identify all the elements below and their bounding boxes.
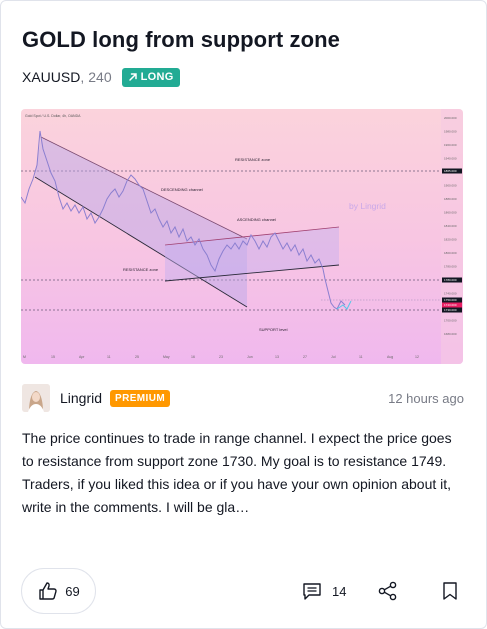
symbol-link[interactable]: XAUUSD <box>22 69 80 85</box>
label-resistance-mid: RESISTANCE zone <box>123 267 159 272</box>
published-time: 12 hours ago <box>388 390 464 406</box>
x-tick-label: Aug <box>387 355 393 359</box>
y-tick-label: 1980.000 <box>444 130 457 134</box>
comment-icon <box>303 583 321 600</box>
y-tick-label: 1740.000 <box>444 292 457 296</box>
x-tick-label: 15 <box>51 355 55 359</box>
idea-description[interactable]: The price continues to trade in range ch… <box>22 427 464 519</box>
price-tag-label: 1865.000 <box>444 169 457 173</box>
x-tick-label: 11 <box>359 355 363 359</box>
premium-badge: PREMIUM <box>110 389 171 407</box>
x-tick-label: Apr <box>79 355 85 359</box>
y-tick-label: 1840.000 <box>444 224 457 228</box>
x-tick-label: 13 <box>275 355 279 359</box>
y-tick-label: 1960.000 <box>444 143 457 147</box>
y-tick-label: 1880.000 <box>444 197 457 201</box>
arrow-up-right-icon <box>128 73 137 81</box>
y-tick-label: 1900.000 <box>444 184 457 188</box>
share-icon <box>378 581 397 601</box>
label-ascending: ASCENDING channel <box>237 217 276 222</box>
author-row: Lingrid PREMIUM 12 hours ago <box>22 384 464 412</box>
avatar-image <box>22 384 50 412</box>
interval-label: 240 <box>88 69 112 85</box>
y-tick-label: 1860.000 <box>444 211 457 215</box>
comment-count: 14 <box>332 583 347 599</box>
y-tick-label: 1800.000 <box>444 251 457 255</box>
price-tag-label: 1743.000 <box>444 303 457 307</box>
y-tick-label: 1780.000 <box>444 265 457 269</box>
x-tick-label: May <box>163 355 170 359</box>
comment-button[interactable]: 14 <box>301 580 346 602</box>
x-tick-label: 11 <box>107 355 111 359</box>
x-tick-label: 25 <box>135 355 139 359</box>
chart-header: Gold Spot / U.S. Dollar, 4h, OANDA <box>25 114 81 118</box>
bookmark-button[interactable] <box>439 580 461 607</box>
x-tick-label: Jun <box>247 355 253 359</box>
label-descending: DESCENDING channel <box>161 187 203 192</box>
y-tick-label: 1680.000 <box>444 332 457 336</box>
idea-meta: XAUUSD, 240 LONG <box>22 67 180 87</box>
chart-snapshot[interactable]: Gold Spot / U.S. Dollar, 4h, OANDA 2000.… <box>21 109 463 364</box>
idea-card: GOLD long from support zone XAUUSD, 240 … <box>0 0 487 629</box>
idea-title[interactable]: GOLD long from support zone <box>22 27 340 53</box>
like-button[interactable]: 69 <box>21 568 96 614</box>
price-tag-label: 1780.000 <box>444 278 457 282</box>
chart-image: Gold Spot / U.S. Dollar, 4h, OANDA 2000.… <box>21 109 463 364</box>
thumbs-up-icon <box>39 582 57 600</box>
direction-label: LONG <box>140 71 174 83</box>
chart-watermark: by Lingrid <box>349 201 386 211</box>
share-button[interactable] <box>377 580 399 607</box>
x-tick-label: M <box>23 355 26 359</box>
price-tag-label: 1750.000 <box>444 298 457 302</box>
price-tag-label: 1730.000 <box>444 308 457 312</box>
direction-badge: LONG <box>121 67 180 87</box>
action-bar: 69 14 <box>21 568 466 614</box>
avatar[interactable] <box>22 384 50 412</box>
y-tick-label: 1940.000 <box>444 157 457 161</box>
x-tick-label: 27 <box>303 355 307 359</box>
meta-separator: , <box>80 69 85 85</box>
label-resistance-top: RESISTANCE zone <box>235 157 271 162</box>
y-tick-label: 1820.000 <box>444 238 457 242</box>
bookmark-icon <box>443 582 457 600</box>
label-support: SUPPORT level <box>259 327 288 332</box>
like-count: 69 <box>65 583 80 599</box>
author-name[interactable]: Lingrid <box>60 390 102 406</box>
x-tick-label: 12 <box>415 355 419 359</box>
x-tick-label: Jul <box>331 355 336 359</box>
x-tick-label: 16 <box>191 355 195 359</box>
y-tick-label: 1700.000 <box>444 319 457 323</box>
x-tick-label: 23 <box>219 355 223 359</box>
y-tick-label: 2000.000 <box>444 116 457 120</box>
